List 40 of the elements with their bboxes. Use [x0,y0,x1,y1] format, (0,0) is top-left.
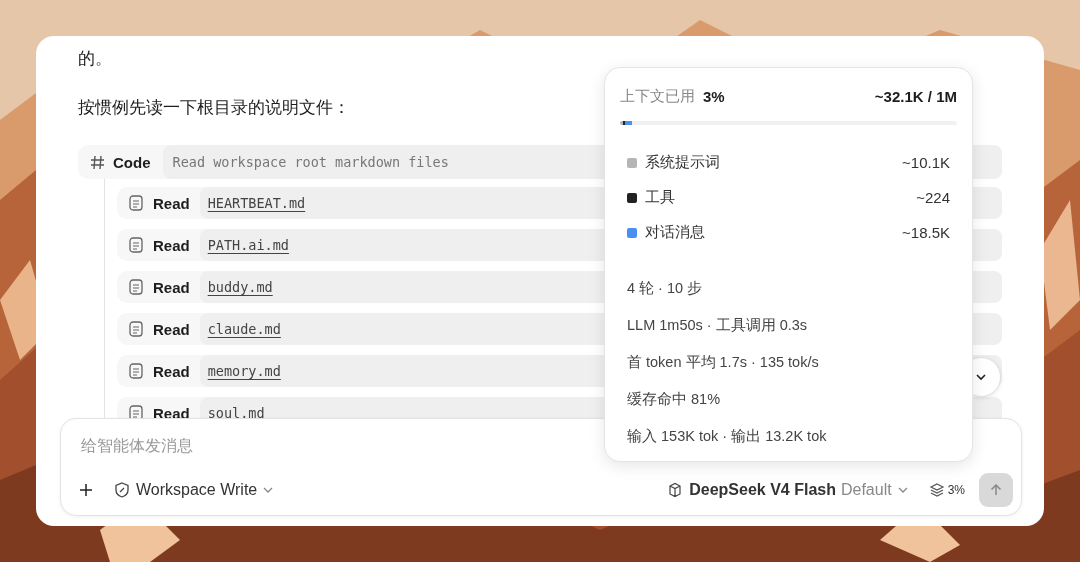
model-dropdown[interactable]: DeepSeek V4 Flash Default [666,481,909,499]
legend-label: 系统提示词 [645,153,720,172]
file-link[interactable]: claude.md [207,321,281,337]
legend-value: ~10.1K [902,154,950,171]
mode-dropdown[interactable]: Workspace Write [113,481,275,499]
step-label: Read [153,362,190,380]
stat-text: 4 轮 · 10 步 [627,279,704,298]
document-icon [129,321,143,337]
hash-icon [90,154,105,170]
layers-icon [928,482,945,498]
document-icon [129,237,143,253]
context-title: 上下文已用 [620,86,695,106]
file-link[interactable]: soul.md [207,405,265,418]
file-link[interactable]: buddy.md [207,279,273,295]
context-usage-button[interactable]: 3% [928,482,965,498]
stat-text: LLM 1m50s · 工具调用 0.3s [627,316,809,335]
document-icon [129,363,143,379]
file-link[interactable]: PATH.ai.md [207,237,289,253]
document-icon [129,195,143,211]
step-label: Read [153,404,190,418]
legend-value: ~224 [916,189,950,206]
context-total: ~32.1K / 1M [874,87,957,105]
legend-label: 工具 [645,188,675,207]
document-icon [129,279,143,295]
file-link[interactable]: HEARTBEAT.md [207,195,306,211]
document-icon [129,405,143,418]
step-label: Read [153,236,190,254]
context-percent: 3% [703,87,725,105]
arrow-up-icon [989,483,1003,497]
add-icon[interactable] [79,483,93,497]
step-label: Read [153,320,190,338]
file-link[interactable]: memory.md [207,363,281,379]
stat-text: 输入 153K tok · 输出 13.2K tok [627,427,828,446]
step-label: Read [153,194,190,212]
shield-icon [113,481,131,499]
stat-text: 首 token 平均 1.7s · 135 tok/s [627,353,820,372]
step-label: Read [153,278,190,296]
message-text: 按惯例先读一下根目录的说明文件： [78,97,350,119]
step-label: Code [113,153,151,171]
message-text: 的。 [78,48,112,70]
